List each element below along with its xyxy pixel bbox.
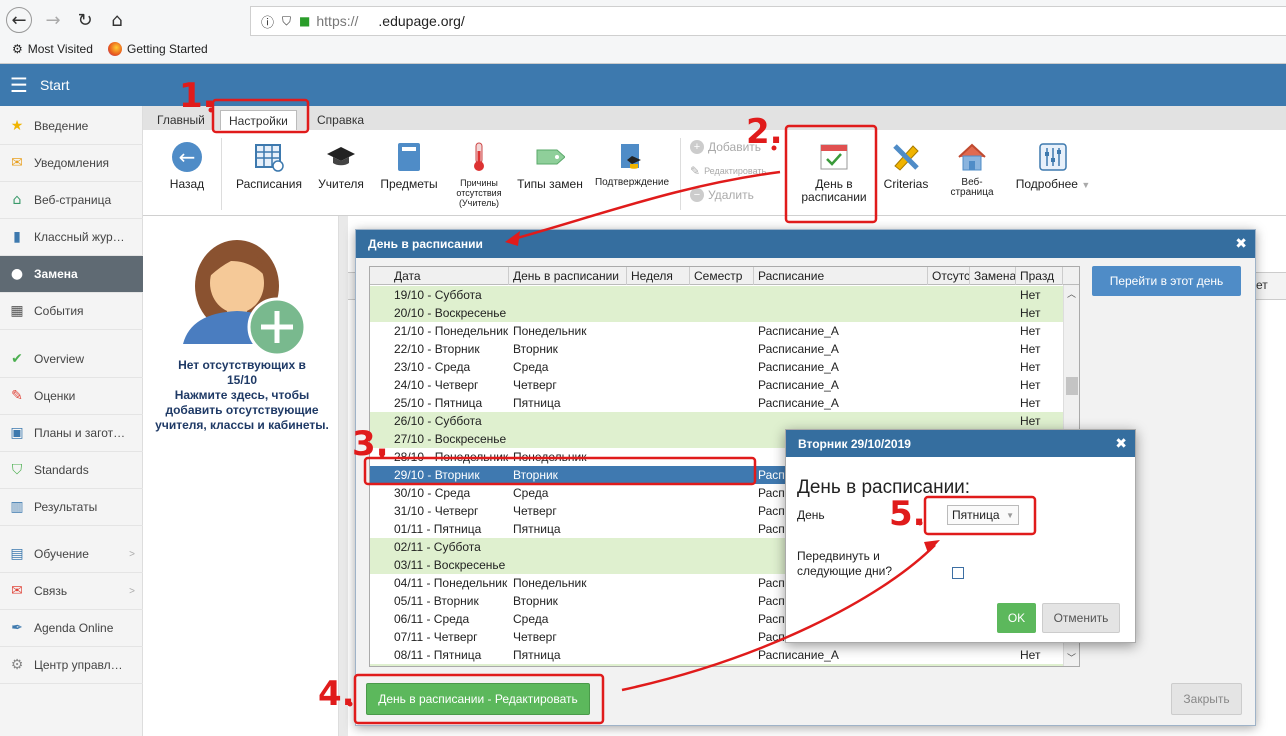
arrow-to-select	[621, 544, 936, 692]
arrowhead-icon	[924, 540, 940, 553]
annotation-step-1: 1.	[179, 76, 216, 116]
annotation-step-2: 2.	[746, 112, 783, 152]
highlight-day-button	[784, 124, 878, 224]
annotation-step-4: 4.	[318, 674, 355, 714]
highlight-edit-button	[353, 673, 605, 725]
highlight-selected-row	[363, 456, 757, 486]
highlight-settings-tab	[211, 98, 310, 134]
highlight-day-select	[923, 495, 1037, 536]
arrow-to-dialog	[509, 170, 781, 242]
annotation-step-5: 5.	[889, 494, 926, 534]
arrowhead-icon	[505, 231, 520, 246]
annotation-step-3: 3.	[352, 424, 389, 464]
